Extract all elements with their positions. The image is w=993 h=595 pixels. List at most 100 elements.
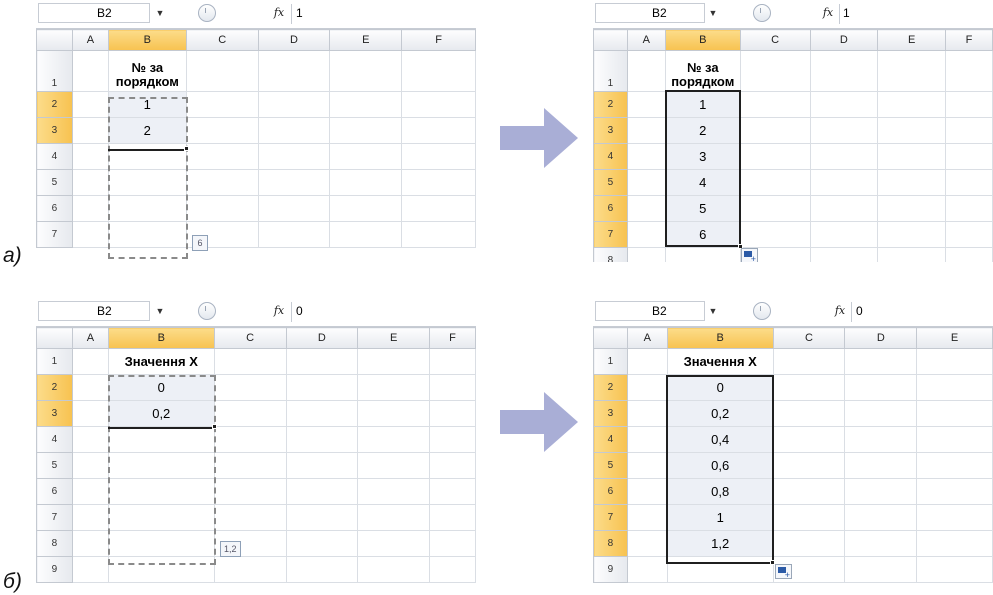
formula-bar-resize-handle[interactable]	[753, 302, 771, 320]
cell[interactable]	[213, 348, 287, 375]
formula-input[interactable]: 0	[296, 301, 303, 321]
cell[interactable]	[71, 530, 109, 557]
row-header[interactable]: 1	[593, 50, 628, 92]
row-header[interactable]: 5	[593, 169, 628, 196]
cell[interactable]	[626, 143, 666, 170]
cell[interactable]	[257, 50, 331, 92]
cell[interactable]	[916, 452, 993, 479]
chevron-down-icon[interactable]: ▼	[154, 301, 166, 321]
cell[interactable]	[285, 348, 359, 375]
fx-icon[interactable]: fx	[268, 3, 290, 23]
cell[interactable]	[71, 195, 109, 222]
cell[interactable]	[739, 117, 811, 144]
cell[interactable]	[71, 221, 109, 248]
column-header-c[interactable]: C	[185, 29, 259, 51]
cell[interactable]	[185, 50, 259, 92]
row-header[interactable]: 4	[36, 426, 73, 453]
cell[interactable]	[877, 221, 947, 248]
column-header-a[interactable]: A	[71, 29, 109, 51]
formula-bar-resize-handle[interactable]	[753, 4, 771, 22]
cell[interactable]	[213, 400, 287, 427]
cell[interactable]	[772, 374, 846, 401]
cell[interactable]	[357, 348, 431, 375]
column-header-c[interactable]: C	[772, 327, 846, 349]
column-header-f[interactable]: F	[945, 29, 993, 51]
cell[interactable]	[626, 400, 668, 427]
cell[interactable]	[257, 169, 331, 196]
cell[interactable]	[626, 91, 666, 118]
cell[interactable]	[213, 452, 287, 479]
column-header-a[interactable]: A	[626, 327, 668, 349]
cell[interactable]	[916, 426, 993, 453]
column-header-f[interactable]: F	[429, 327, 476, 349]
row-header[interactable]: 3	[36, 117, 73, 144]
cell[interactable]	[429, 374, 476, 401]
cell[interactable]	[71, 169, 109, 196]
row-header[interactable]: 6	[36, 478, 73, 505]
row-header[interactable]: 3	[593, 400, 628, 427]
cell[interactable]	[945, 91, 993, 118]
column-header-d[interactable]: D	[809, 29, 879, 51]
fill-handle[interactable]	[184, 146, 189, 151]
cell[interactable]	[357, 452, 431, 479]
cell[interactable]	[739, 221, 811, 248]
cell[interactable]	[71, 50, 109, 92]
select-all-corner[interactable]	[36, 327, 73, 349]
cell[interactable]	[626, 348, 668, 375]
cell[interactable]	[357, 478, 431, 505]
cell[interactable]	[844, 426, 918, 453]
cell[interactable]	[213, 556, 287, 583]
row-header[interactable]: 7	[36, 221, 73, 248]
cell[interactable]	[772, 530, 846, 557]
cell[interactable]	[877, 247, 947, 262]
row-header[interactable]: 6	[36, 195, 73, 222]
cell[interactable]	[429, 348, 476, 375]
column-header-c[interactable]: C	[213, 327, 287, 349]
cell[interactable]	[916, 530, 993, 557]
cell[interactable]	[626, 478, 668, 505]
cell[interactable]	[71, 426, 109, 453]
cell[interactable]	[809, 117, 879, 144]
cell[interactable]	[916, 348, 993, 375]
header-cell[interactable]: № за порядком	[107, 50, 187, 92]
formula-input[interactable]: 0	[856, 301, 863, 321]
column-header-a[interactable]: A	[626, 29, 666, 51]
cell[interactable]	[429, 426, 476, 453]
cell[interactable]	[257, 195, 331, 222]
cell[interactable]	[626, 247, 666, 262]
cell[interactable]	[71, 91, 109, 118]
cell[interactable]	[772, 400, 846, 427]
column-header-f[interactable]: F	[401, 29, 476, 51]
column-header-a[interactable]: A	[71, 327, 109, 349]
cell[interactable]	[71, 400, 109, 427]
cell[interactable]	[429, 556, 476, 583]
column-header-e[interactable]: E	[357, 327, 431, 349]
cell[interactable]	[739, 91, 811, 118]
cell[interactable]	[429, 478, 476, 505]
cell[interactable]	[401, 91, 476, 118]
cell[interactable]	[916, 400, 993, 427]
cell[interactable]	[772, 504, 846, 531]
cell[interactable]	[285, 530, 359, 557]
column-header-b[interactable]: B	[666, 327, 774, 349]
cell[interactable]	[185, 195, 259, 222]
cell[interactable]	[185, 91, 259, 118]
cell[interactable]	[772, 478, 846, 505]
row-header[interactable]: 2	[593, 91, 628, 118]
cell[interactable]	[877, 91, 947, 118]
row-header[interactable]: 1	[36, 50, 73, 92]
row-header[interactable]: 7	[36, 504, 73, 531]
row-header[interactable]: 7	[593, 221, 628, 248]
row-header[interactable]: 8	[36, 530, 73, 557]
row-header[interactable]: 6	[593, 195, 628, 222]
cell[interactable]	[809, 143, 879, 170]
select-all-corner[interactable]	[593, 327, 628, 349]
row-header[interactable]: 9	[36, 556, 73, 583]
cell[interactable]	[429, 504, 476, 531]
cell[interactable]	[945, 221, 993, 248]
column-header-d[interactable]: D	[285, 327, 359, 349]
cell[interactable]	[809, 221, 879, 248]
cell[interactable]	[626, 374, 668, 401]
cell[interactable]	[739, 195, 811, 222]
cell[interactable]	[213, 478, 287, 505]
